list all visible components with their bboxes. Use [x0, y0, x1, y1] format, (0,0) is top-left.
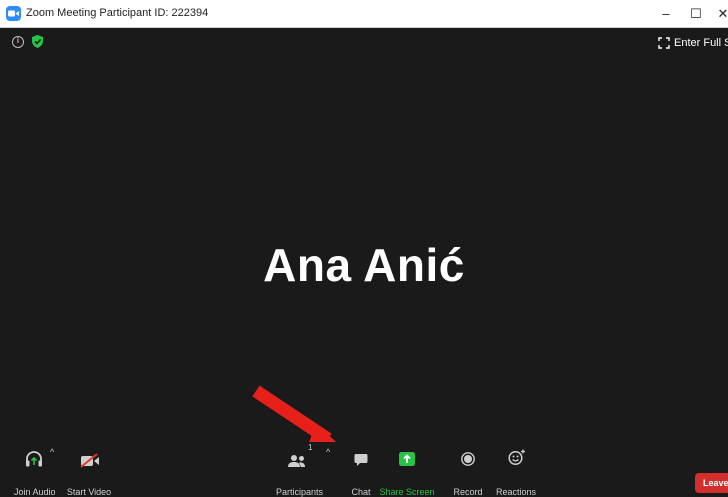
enter-full-screen-button[interactable]: Enter Full Screen — [658, 35, 728, 51]
shield-icon[interactable] — [32, 35, 43, 48]
audio-options-caret[interactable]: ^ — [50, 447, 54, 457]
close-button[interactable]: ✕ — [708, 0, 728, 28]
window-title-bar: Zoom Meeting Participant ID: 222394 – ☐ … — [0, 0, 728, 28]
chat-button[interactable]: Chat — [344, 442, 378, 497]
people-icon — [288, 455, 305, 467]
start-video-button[interactable]: Start Video — [66, 442, 112, 497]
share-screen-button[interactable]: Share Screen — [376, 442, 438, 497]
participants-options-caret[interactable]: ^ — [326, 447, 330, 457]
video-off-icon — [80, 453, 99, 468]
fullscreen-label: Enter Full Screen — [674, 37, 728, 49]
minimize-button[interactable]: – — [651, 0, 681, 28]
headphones-icon — [26, 451, 42, 467]
smiley-icon — [508, 449, 525, 466]
participant-name: Ana Anić — [263, 239, 465, 291]
leave-button[interactable]: Leave — [695, 473, 728, 493]
maximize-button[interactable]: ☐ — [681, 0, 711, 28]
fullscreen-icon — [658, 37, 670, 49]
reactions-button[interactable]: Reactions — [494, 442, 538, 497]
join-audio-button[interactable]: Join Audio — [14, 442, 56, 497]
participants-button[interactable]: 1 Participants — [276, 442, 323, 497]
meeting-toolbar: Join Audio ^ Start Video 1 Participants … — [0, 442, 728, 497]
share-screen-icon — [399, 452, 415, 466]
record-icon — [461, 452, 475, 466]
zoom-logo-icon — [6, 6, 21, 21]
info-icon[interactable] — [12, 36, 24, 48]
window-title: Zoom Meeting Participant ID: 222394 — [26, 7, 209, 19]
record-button[interactable]: Record — [448, 442, 488, 497]
chat-icon — [354, 454, 368, 466]
participants-count: 1 — [308, 443, 313, 452]
